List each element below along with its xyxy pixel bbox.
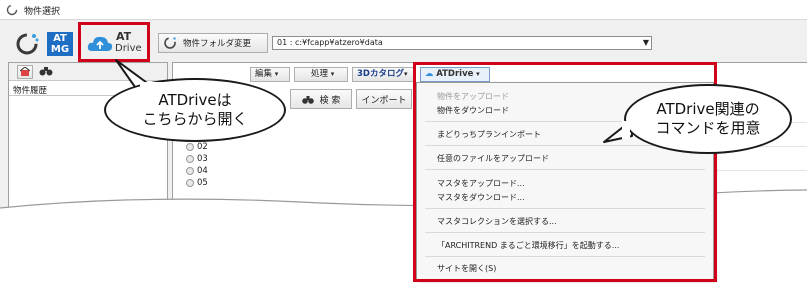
home-button[interactable]	[17, 65, 33, 79]
atmg-button[interactable]: AT MG	[47, 32, 73, 56]
list-item-label: 02	[197, 142, 208, 152]
property-icon	[186, 167, 194, 175]
callout-tail-join	[140, 82, 162, 90]
folder-path-select[interactable]: 01 : c:¥fcapp¥atzero¥data ▼	[272, 36, 652, 50]
chevron-down-icon: ▾	[403, 70, 408, 78]
atdrive-button-highlight	[78, 22, 150, 62]
callout-open-from-here: ATDriveは こちらから開く	[104, 78, 286, 142]
refresh-button[interactable]	[12, 30, 42, 58]
menu-3d-catalog-label: 3Dカタログ	[357, 69, 404, 79]
list-item[interactable]: 02	[186, 142, 208, 152]
chevron-down-icon: ▾	[274, 70, 279, 78]
search-button[interactable]: 検 索	[290, 89, 352, 109]
menu-process[interactable]: 処理 ▾	[294, 67, 348, 82]
atmg-label-bottom: MG	[50, 44, 70, 55]
chevron-down-icon: ▼	[642, 38, 649, 47]
refresh-icon	[16, 33, 39, 55]
import-button[interactable]: インポート	[356, 89, 412, 109]
binoculars-icon	[301, 95, 314, 104]
folder-change-icon	[164, 37, 176, 49]
callout-right-line2: コマンドを用意	[655, 119, 761, 137]
row-line	[714, 170, 807, 171]
list-item[interactable]: 03	[186, 154, 208, 164]
menu-edit-label: 編集	[255, 69, 273, 79]
callout-left-line1: ATDriveは	[158, 91, 232, 109]
chevron-down-icon: ▾	[330, 70, 335, 78]
import-label: インポート	[361, 95, 407, 106]
search-label: 検 索	[319, 95, 341, 106]
list-item-label: 04	[197, 166, 208, 176]
property-icon	[186, 143, 194, 151]
property-icon	[186, 155, 194, 163]
menu-edit[interactable]: 編集 ▾	[250, 67, 290, 82]
binoculars-icon	[39, 67, 53, 76]
binoculars-button[interactable]	[39, 65, 57, 79]
title-bar: 物件選択	[0, 0, 807, 20]
list-item[interactable]: 04	[186, 166, 208, 176]
window-title: 物件選択	[24, 7, 61, 17]
menu-process-label: 処理	[311, 69, 329, 79]
folder-change-label: 物件フォルダ変更	[183, 39, 252, 49]
folder-path-value: 01 : c:¥fcapp¥atzero¥data	[277, 38, 383, 47]
app-logo-icon	[6, 4, 18, 16]
callout-right-line1: ATDrive関連の	[656, 100, 760, 118]
callout-left-line2: こちらから開く	[142, 110, 248, 128]
folder-change-button[interactable]: 物件フォルダ変更	[158, 33, 268, 53]
list-item-label: 03	[197, 154, 208, 164]
callout-tail-join	[622, 121, 630, 139]
menu-3d-catalog[interactable]: 3Dカタログ▾	[352, 67, 414, 82]
atmg-label-top: AT	[53, 33, 67, 44]
callout-atdrive-commands: ATDrive関連の コマンドを用意	[624, 84, 792, 154]
home-icon	[20, 67, 30, 76]
